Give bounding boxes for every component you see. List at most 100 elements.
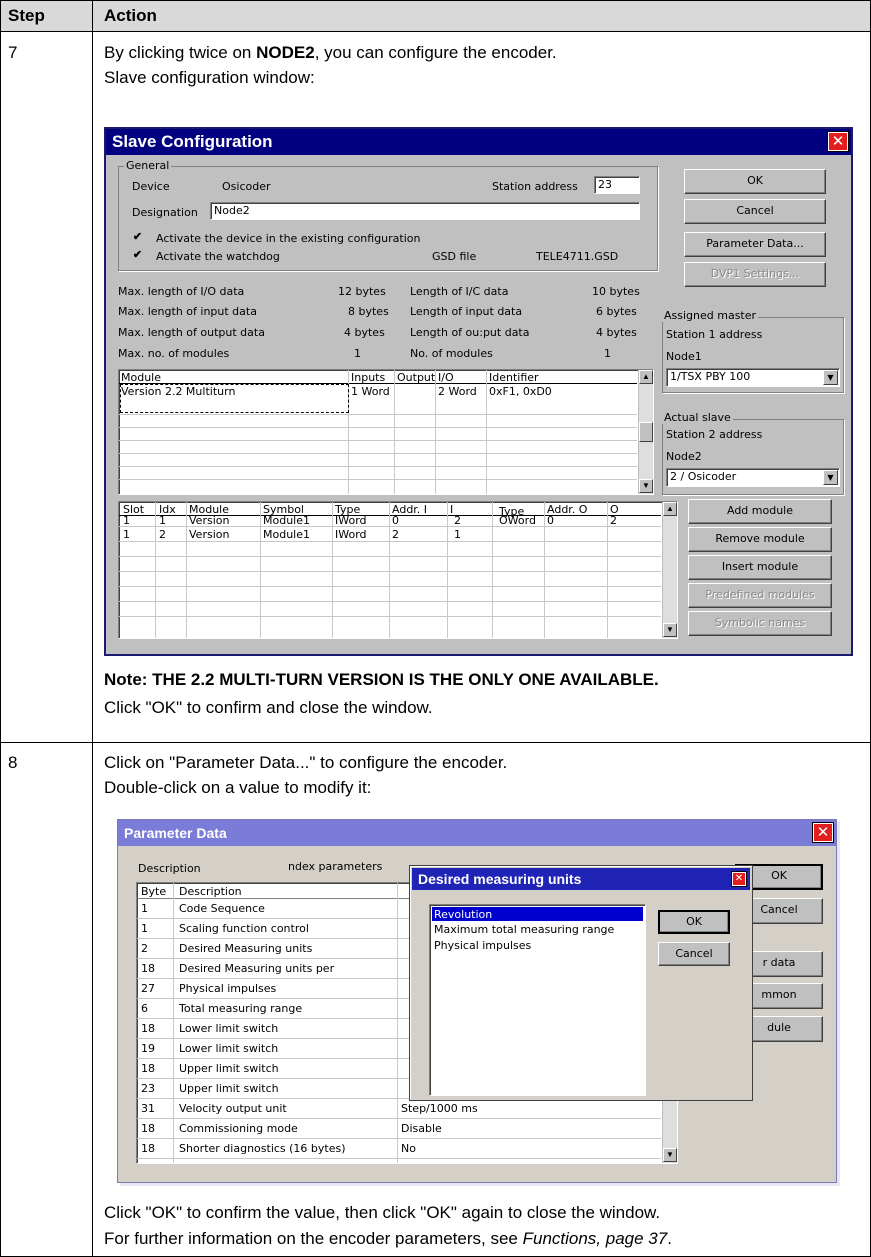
row-divider (137, 1158, 661, 1159)
stat-label: Max. length of input data (118, 305, 257, 318)
description-cell[interactable]: Velocity output unit (179, 1102, 287, 1115)
unit-option[interactable]: Maximum total measuring range (434, 923, 614, 936)
param-title: Parameter Data (124, 825, 227, 841)
io-cell: 2 Word (438, 385, 477, 398)
module-col-header: Module (121, 371, 161, 384)
actual-slave-label: Actual slave (662, 411, 733, 424)
addr-i-cell: 0 (392, 514, 399, 527)
designation-input[interactable]: Node2 (210, 202, 640, 220)
byte-cell: 18 (141, 1122, 155, 1135)
chevron-down-icon[interactable]: ▼ (823, 370, 838, 385)
row-divider (137, 1138, 661, 1139)
byte-cell: 19 (141, 1042, 155, 1055)
description-cell[interactable]: Total measuring range (179, 1002, 302, 1015)
stat-value: 12 bytes (338, 285, 386, 298)
station-address-label: Station address (492, 180, 578, 193)
inputs-cell: 1 Word (351, 385, 390, 398)
activate-device-checkbox[interactable]: ✔ (132, 232, 143, 243)
stat-label: Max. length of I/O data (118, 285, 245, 298)
unit-option[interactable]: Revolution (434, 908, 492, 921)
description-cell[interactable]: Shorter diagnostics (16 bytes) (179, 1142, 346, 1155)
master-select[interactable]: 1/TSX PBY 100 ▼ (666, 368, 840, 387)
measure-ok-button[interactable]: OK (658, 910, 730, 934)
index-parameters-label: ndex parameters (288, 860, 383, 873)
io-col-header: I/O (438, 371, 454, 384)
step7-line1: By clicking twice on NODE2, you can conf… (104, 43, 557, 62)
description-cell[interactable]: Upper limit switch (179, 1062, 279, 1075)
scroll-down-icon[interactable]: ▼ (663, 1148, 677, 1162)
byte-cell: 1 (141, 902, 148, 915)
description-cell[interactable]: Upper limit switch (179, 1082, 279, 1095)
add-module-button[interactable]: Add module (688, 499, 832, 524)
identifier-col-header: Identifier (489, 371, 539, 384)
module-cell: Version (189, 528, 230, 541)
byte-cell: 6 (141, 1002, 148, 1015)
slot-table: Slot Idx Module Symbol Type Addr. I I Ty… (118, 501, 678, 639)
description-cell[interactable]: Scaling function control (179, 922, 309, 935)
scroll-thumb[interactable] (639, 422, 653, 442)
byte-cell: 31 (141, 1102, 155, 1115)
node1-label: Node1 (666, 350, 702, 363)
scroll-down-icon[interactable]: ▼ (639, 479, 653, 493)
description-cell[interactable]: Desired Measuring units (179, 942, 312, 955)
cancel-button[interactable]: Cancel (684, 199, 826, 224)
stat-label2: No. of modules (410, 347, 493, 360)
symbolic-names-button[interactable]: Symbolic names (688, 611, 832, 636)
byte-cell: 27 (141, 982, 155, 995)
stat-value2: 1 (604, 347, 611, 360)
station2-label: Station 2 address (666, 428, 763, 441)
station1-label: Station 1 address (666, 328, 763, 341)
general-label: General (124, 159, 172, 172)
addr-i-cell: 2 (392, 528, 399, 541)
module-scrollbar[interactable]: ▲ ▼ (638, 370, 653, 494)
scroll-up-icon[interactable]: ▲ (639, 370, 653, 384)
dvp1-settings-button[interactable]: DVP1 Settings... (684, 262, 826, 287)
header-step: Step (8, 6, 45, 25)
station-address-input[interactable]: 23 (594, 176, 640, 194)
value-cell[interactable]: Disable (401, 1122, 442, 1135)
step8-line1: Click on "Parameter Data..." to configur… (104, 753, 508, 772)
scroll-up-icon[interactable]: ▲ (663, 502, 677, 516)
measuring-units-dialog: Desired measuring units ✕ Revolution Max… (409, 865, 753, 1101)
step-number-8: 8 (8, 753, 18, 772)
assigned-master-label: Assigned master (662, 309, 759, 322)
byte-cell: 23 (141, 1082, 155, 1095)
stat-value2: 4 bytes (596, 326, 637, 339)
node2-label: Node2 (666, 450, 702, 463)
scroll-down-icon[interactable]: ▼ (663, 623, 677, 637)
predefined-modules-button[interactable]: Predefined modules (688, 583, 832, 608)
close-icon[interactable]: ✕ (827, 131, 849, 152)
chevron-down-icon[interactable]: ▼ (823, 470, 838, 485)
output-col-header: Output (397, 371, 436, 384)
remove-module-button[interactable]: Remove module (688, 527, 832, 552)
units-listbox[interactable]: Revolution Maximum total measuring range… (429, 904, 646, 1096)
description-cell[interactable]: Physical impulses (179, 982, 276, 995)
value-cell[interactable]: Step/1000 ms (401, 1102, 478, 1115)
close-icon[interactable]: ✕ (731, 871, 747, 887)
parameter-data-button[interactable]: Parameter Data... (684, 232, 826, 257)
close-icon[interactable]: ✕ (812, 822, 834, 843)
description-cell[interactable]: Code Sequence (179, 902, 265, 915)
slave-title-bar[interactable]: Slave Configuration ✕ (106, 129, 851, 155)
description-cell[interactable]: Lower limit switch (179, 1042, 278, 1055)
value-cell[interactable]: No (401, 1142, 416, 1155)
type-o-cell: OWord (499, 514, 536, 527)
slot-scrollbar[interactable]: ▲ ▼ (662, 502, 677, 638)
insert-module-button[interactable]: Insert module (688, 555, 832, 580)
measure-cancel-button[interactable]: Cancel (658, 942, 730, 966)
param-title-bar[interactable]: Parameter Data ✕ (118, 820, 836, 846)
stat-label2: Length of input data (410, 305, 523, 318)
measure-title-bar[interactable]: Desired measuring units ✕ (412, 868, 750, 890)
step-number-7: 7 (8, 43, 18, 62)
description-cell[interactable]: Lower limit switch (179, 1022, 278, 1035)
type-cell: IWord (335, 514, 367, 527)
stat-value2: 10 bytes (592, 285, 640, 298)
description-cell[interactable]: Desired Measuring units per (179, 962, 334, 975)
unit-option[interactable]: Physical impulses (434, 939, 531, 952)
activate-watchdog-checkbox[interactable]: ✔ (132, 250, 143, 261)
description-cell[interactable]: Commissioning mode (179, 1122, 298, 1135)
slave-select[interactable]: 2 / Osicoder ▼ (666, 468, 840, 487)
ok-button[interactable]: OK (684, 169, 826, 194)
slot-cell: 1 (123, 514, 130, 527)
symbol-cell: Module1 (263, 528, 310, 541)
